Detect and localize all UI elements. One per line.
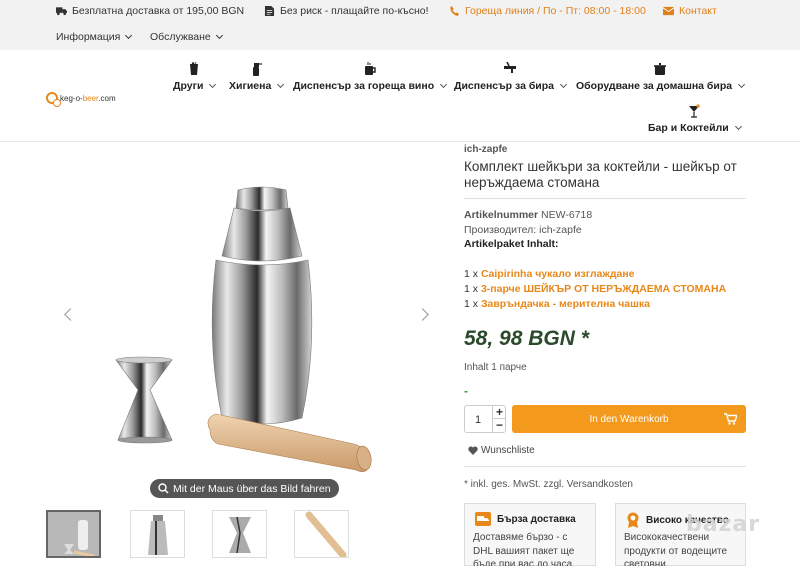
article-number-label: Artikelnummer xyxy=(464,209,539,221)
contact-link[interactable]: Контакт xyxy=(663,5,717,17)
nav-item-higiena[interactable]: Хигиена xyxy=(229,62,285,92)
envelope-icon xyxy=(663,6,674,16)
truck-icon xyxy=(475,512,491,526)
chevron-down-icon xyxy=(738,80,746,89)
quantity-stepper[interactable]: 1 + − xyxy=(464,405,506,433)
package-item-qty: 1 x xyxy=(464,283,479,295)
service-menu-label: Обслужване xyxy=(150,31,211,43)
package-item-link[interactable]: Caipirinha чукало изглаждане xyxy=(481,268,635,280)
thumbnail-muddler[interactable] xyxy=(294,510,349,558)
contact-text: Контакт xyxy=(679,5,717,17)
quantity-value[interactable]: 1 xyxy=(475,414,481,426)
vat-note: * inkl. ges. MwSt. zzgl. Versandkosten xyxy=(464,479,633,490)
chevron-down-icon xyxy=(440,80,448,89)
fast-delivery-box: Бърза доставка Доставяме бързо - с DHL в… xyxy=(464,503,596,566)
document-icon xyxy=(264,6,275,16)
package-item: 1 x Завръндачка - мерителна чашка xyxy=(464,298,650,310)
zoom-hint: Mit der Maus über das Bild fahren xyxy=(150,479,339,498)
cart-icon xyxy=(724,413,737,425)
article-number: Artikelnummer NEW-6718 xyxy=(464,209,592,221)
top-bar: Безплатна доставка от 195,00 BGN Без рис… xyxy=(0,0,800,50)
product-price: 58, 98 BGN * xyxy=(464,327,589,350)
nav-label: Диспенсър за бира xyxy=(454,80,555,92)
nav-item-bar-cocktails[interactable]: Бар и Коктейли xyxy=(648,104,742,134)
thumbnail-jigger[interactable] xyxy=(212,510,267,558)
chevron-down-icon xyxy=(277,80,285,89)
site-header: keg-o-beer.com Други Хигиена Диспенсър з… xyxy=(0,50,800,142)
package-item-qty: 1 x xyxy=(464,268,479,280)
chevron-down-icon xyxy=(209,80,217,89)
nav-label: Хигиена xyxy=(229,80,272,92)
main-nav: Други Хигиена Диспенсър за гореща вино Д… xyxy=(0,62,800,142)
phone-icon xyxy=(450,6,460,16)
thumbnail-image xyxy=(305,511,347,557)
watermark-logo: bazar xyxy=(686,512,761,537)
product-content: Inhalt 1 парче xyxy=(464,362,527,373)
nav-item-home-brew[interactable]: Оборудване за домашна бира xyxy=(576,62,746,92)
package-item: 1 x 3-парче ШЕЙКЪР ОТ НЕРЪЖДАЕМА СТОМАНА xyxy=(464,283,726,295)
nav-label: Диспенсър за гореща вино xyxy=(293,80,435,92)
service-menu[interactable]: Обслужване xyxy=(150,31,223,43)
package-title: Artikelpaket Inhalt: xyxy=(464,238,559,250)
hotline-link[interactable]: Гореща линия / По - Пт: 08:00 - 18:00 xyxy=(449,5,646,17)
package-item-link[interactable]: Завръндачка - мерителна чашка xyxy=(481,298,650,310)
manufacturer: Производител: ich-zapfe xyxy=(464,224,582,236)
product-info: ich-zapfe Комплект шейкъри за коктейли -… xyxy=(464,142,754,566)
heart-icon xyxy=(468,446,478,455)
brew-pot-icon xyxy=(654,63,667,75)
nav-item-beer-dispenser[interactable]: Диспенсър за бира xyxy=(454,62,568,92)
wishlist-link[interactable]: Wunschliste xyxy=(468,445,535,456)
add-to-cart-button[interactable]: In den Warenkorb xyxy=(512,405,746,433)
nav-label: Оборудване за домашна бира xyxy=(576,80,733,92)
availability-indicator: - xyxy=(464,384,468,398)
free-shipping-info: Безплатна доставка от 195,00 BGN xyxy=(56,5,244,17)
drink-glass-icon xyxy=(190,62,199,75)
truck-icon xyxy=(56,7,67,16)
info-menu[interactable]: Информация xyxy=(56,31,133,43)
quantity-decrease-button[interactable]: − xyxy=(492,419,506,432)
add-to-cart-label: In den Warenkorb xyxy=(589,413,669,425)
product-image[interactable] xyxy=(106,182,386,482)
package-item: 1 x Caipirinha чукало изглаждане xyxy=(464,268,635,280)
chevron-down-icon xyxy=(215,31,223,40)
spray-bottle-icon xyxy=(253,63,263,76)
product-brand[interactable]: ich-zapfe xyxy=(464,144,507,155)
thumbnail-strip xyxy=(46,510,446,560)
gallery-next-arrow[interactable] xyxy=(416,308,429,321)
mug-icon xyxy=(364,62,376,75)
award-badge-icon xyxy=(627,512,639,528)
product-gallery: Mit der Maus über das Bild fahren xyxy=(46,142,446,566)
nav-label: Други xyxy=(173,80,204,92)
thumbnail-image xyxy=(229,516,251,554)
thumbnail-image xyxy=(148,515,168,555)
fast-delivery-title: Бърза доставка xyxy=(497,513,576,525)
nav-label: Бар и Коктейли xyxy=(648,122,729,134)
beer-tap-icon xyxy=(504,62,517,73)
search-icon xyxy=(158,483,169,494)
gallery-prev-arrow[interactable] xyxy=(64,308,77,321)
package-item-link[interactable]: 3-парче ШЕЙКЪР ОТ НЕРЪЖДАЕМА СТОМАНА xyxy=(481,283,726,295)
free-shipping-text: Безплатна доставка от 195,00 BGN xyxy=(72,5,245,17)
wishlist-label: Wunschliste xyxy=(481,445,535,456)
hotline-text: Гореща линия / По - Пт: 08:00 - 18:00 xyxy=(465,5,646,17)
info-menu-label: Информация xyxy=(56,31,121,43)
product-title: Комплект шейкъри за коктейли - шейкър от… xyxy=(464,159,737,190)
thumbnail-set[interactable] xyxy=(46,510,101,558)
package-item-qty: 1 x xyxy=(464,298,479,310)
chevron-down-icon xyxy=(559,80,568,89)
thumbnail-image xyxy=(64,520,95,556)
divider xyxy=(464,198,746,199)
chevron-down-icon xyxy=(734,122,742,131)
thumbnail-shaker[interactable] xyxy=(130,510,185,558)
nav-item-drugi[interactable]: Други xyxy=(173,62,217,92)
zoom-hint-text: Mit der Maus über das Bild fahren xyxy=(173,482,331,495)
cocktail-icon xyxy=(689,104,700,118)
fast-delivery-text: Доставяме бързо - с DHL вашият пакет ще … xyxy=(473,532,575,566)
no-risk-info: Без риск - плащайте по-късно! xyxy=(264,5,429,17)
nav-item-hot-wine[interactable]: Диспенсър за гореща вино xyxy=(293,62,448,92)
no-risk-text: Без риск - плащайте по-късно! xyxy=(280,5,429,17)
chevron-down-icon xyxy=(125,31,133,40)
article-number-value: NEW-6718 xyxy=(541,209,593,221)
divider xyxy=(464,466,746,467)
